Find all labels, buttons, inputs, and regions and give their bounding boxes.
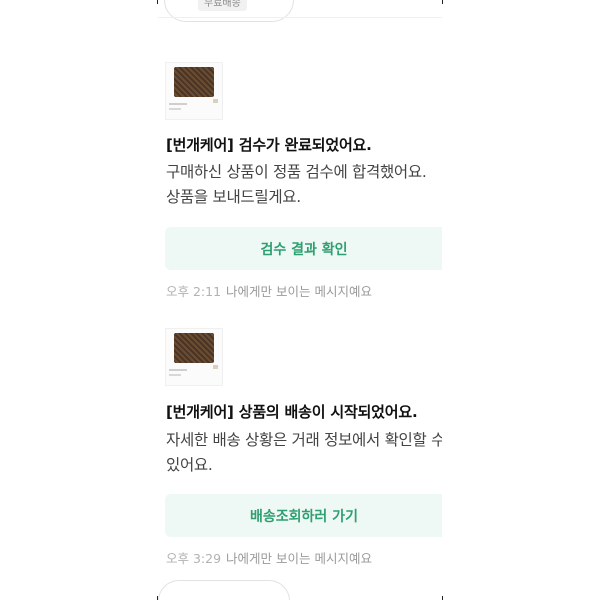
- message-title: [번개케어] 상품의 배송이 시작되었어요.: [166, 403, 418, 421]
- message-body-line: 자세한 배송 상황은 거래 정보에서 확인할 수: [166, 431, 442, 449]
- product-image: [174, 333, 214, 363]
- free-shipping-badge: 무료배송: [198, 0, 247, 11]
- message-body: 구매하신 상품이 정품 검수에 합격했어요. 상품을 보내드릴게요.: [166, 160, 442, 210]
- message-body-line: 구매하신 상품이 정품 검수에 합격했어요.: [166, 163, 427, 181]
- product-thumbnail[interactable]: [165, 328, 223, 386]
- product-thumbnail[interactable]: [165, 62, 223, 120]
- message-body-line: 상품을 보내드릴게요.: [166, 188, 301, 206]
- message-body-line: 있어요.: [166, 456, 213, 474]
- button-label: 배송조회하러 가기: [250, 508, 358, 525]
- message-time: 오후 2:11: [166, 284, 222, 299]
- button-label: 검수 결과 확인: [260, 241, 348, 258]
- message-title: [번개케어] 검수가 완료되었어요.: [166, 136, 372, 154]
- message-body: 자세한 배송 상황은 거래 정보에서 확인할 수 있어요.: [166, 428, 442, 478]
- chat-screen: 무료배송 [번개케어] 검수가 완료되었어요. 구매하신 상품이 정품 검수에 …: [158, 0, 442, 600]
- product-image: [174, 67, 214, 97]
- private-message-note: 나에게만 보이는 메시지예요: [226, 284, 372, 299]
- track-delivery-button[interactable]: 배송조회하러 가기: [165, 494, 442, 537]
- private-message-note: 나에게만 보이는 메시지예요: [226, 551, 372, 566]
- inspection-result-button[interactable]: 검수 결과 확인: [165, 227, 442, 270]
- next-message-bubble[interactable]: [158, 580, 290, 600]
- message-meta: 오후 3:29 나에게만 보이는 메시지예요: [166, 548, 372, 567]
- message-time: 오후 3:29: [166, 551, 222, 566]
- divider: [158, 17, 442, 18]
- message-meta: 오후 2:11 나에게만 보이는 메시지예요: [166, 281, 372, 300]
